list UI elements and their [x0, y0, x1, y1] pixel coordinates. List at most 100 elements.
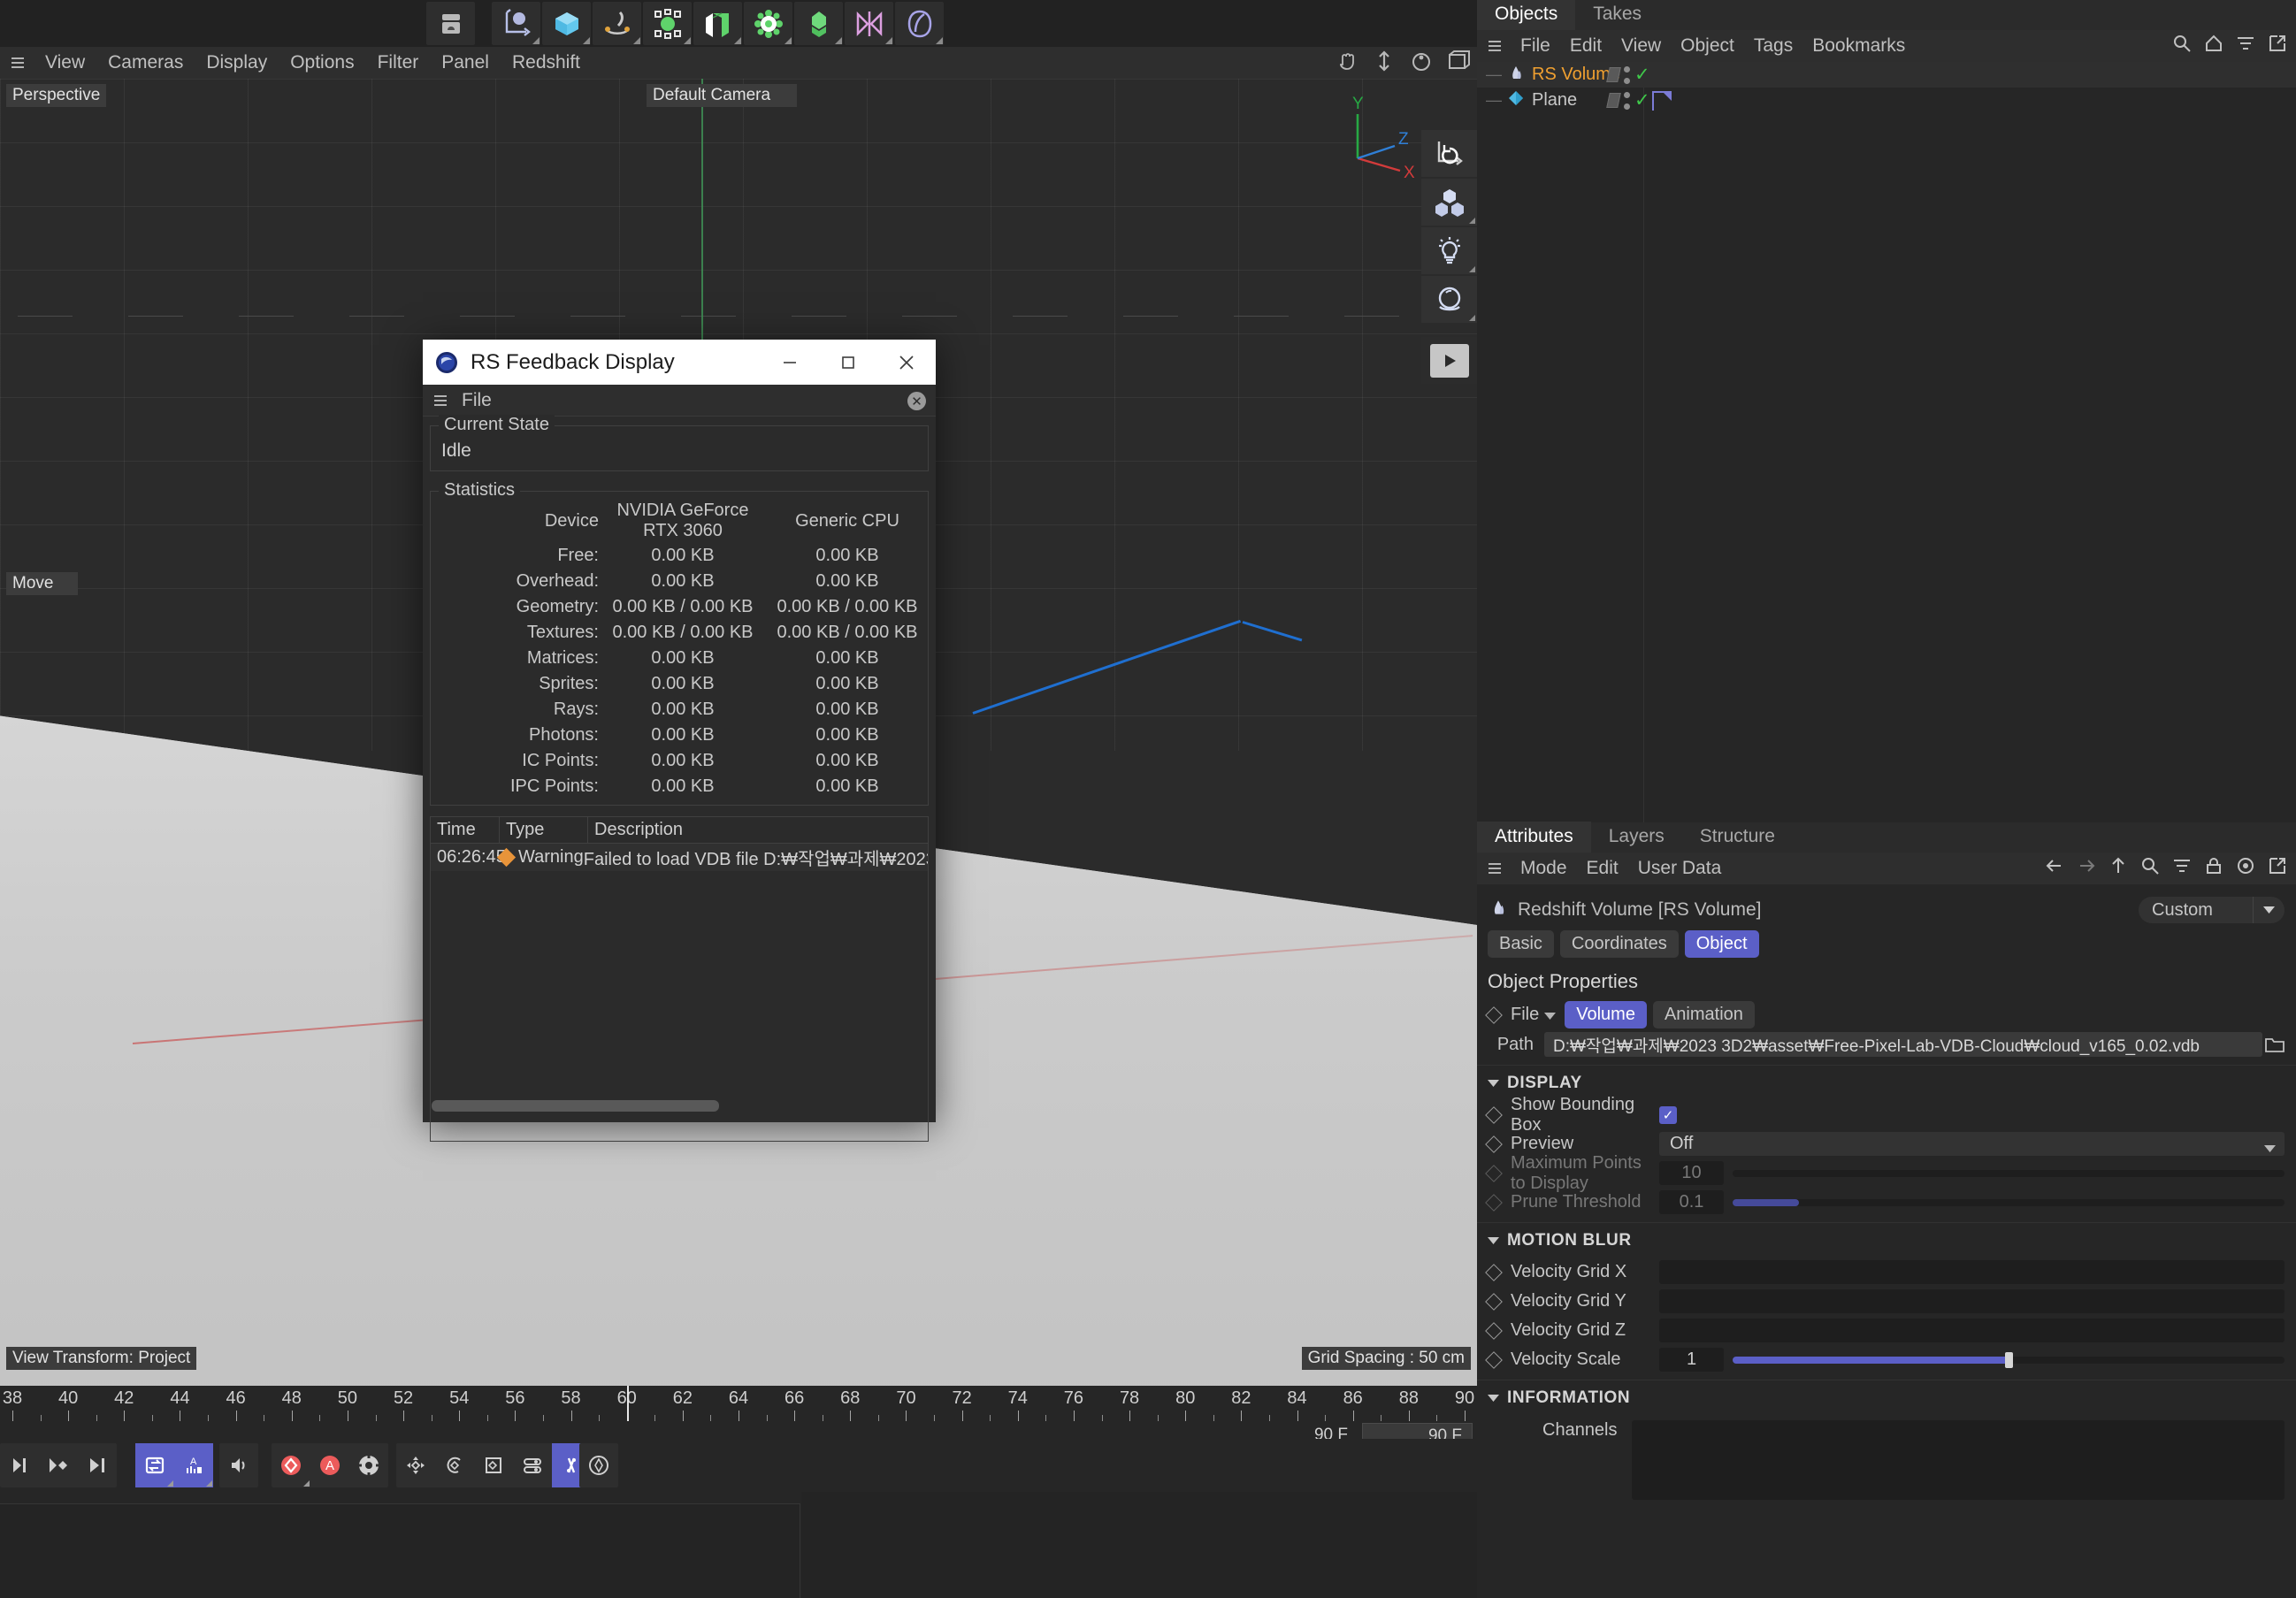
target-icon[interactable] — [2236, 856, 2255, 881]
attributes-menu-mode[interactable]: Mode — [1511, 858, 1577, 879]
camera-label[interactable]: Default Camera — [647, 84, 798, 107]
timeline-playhead[interactable] — [626, 1386, 629, 1421]
maximize-icon[interactable] — [819, 340, 877, 385]
enabled-check-icon[interactable]: ✓ — [1634, 91, 1650, 110]
cube-primitive-icon[interactable] — [542, 2, 591, 45]
lock-icon[interactable] — [2204, 856, 2223, 881]
filter-icon[interactable] — [2236, 34, 2255, 58]
velocity-grid-z-input[interactable] — [1659, 1319, 2285, 1342]
rs-menu-hamburger-icon[interactable] — [434, 394, 447, 406]
viewport-menu-options[interactable]: Options — [279, 47, 365, 79]
render-toggle-icon[interactable] — [1606, 93, 1621, 108]
render-play-icon[interactable] — [1421, 337, 1477, 384]
light-icon[interactable] — [1421, 227, 1477, 274]
objects-menu-edit[interactable]: Edit — [1560, 35, 1611, 57]
section-header-information[interactable]: INFORMATION — [1477, 1380, 2296, 1415]
scale-key-icon[interactable] — [474, 1443, 513, 1487]
prune-threshold-input[interactable]: 0.1 — [1659, 1190, 1724, 1214]
keyframe-settings-icon[interactable] — [349, 1443, 388, 1487]
pan-icon[interactable] — [1336, 50, 1358, 73]
animate-diamond-icon[interactable] — [1485, 1135, 1503, 1153]
object-tag-icon[interactable] — [1652, 91, 1672, 111]
velocity-grid-x-input[interactable] — [1659, 1260, 2285, 1284]
animate-diamond-icon[interactable] — [1485, 1350, 1503, 1369]
dolly-icon[interactable] — [1373, 50, 1396, 73]
horizontal-scrollbar[interactable] — [432, 1100, 927, 1112]
undo-view-icon[interactable] — [1421, 130, 1477, 177]
animation-mode-icon[interactable] — [579, 1443, 618, 1487]
param-key-icon[interactable] — [513, 1443, 552, 1487]
tab-attributes[interactable]: Attributes — [1477, 822, 1591, 853]
prune-threshold-slider[interactable] — [1733, 1198, 2285, 1206]
preview-select[interactable]: Off — [1659, 1132, 2285, 1156]
viewport-menu-panel[interactable]: Panel — [430, 47, 501, 79]
layout-preset-dropdown[interactable]: Custom — [2139, 897, 2285, 923]
table-row[interactable]: 06:26:45 Warning Failed to load VDB file… — [431, 844, 928, 871]
viewport-menu-filter[interactable]: Filter — [366, 47, 431, 79]
objects-menu-view[interactable]: View — [1611, 35, 1671, 57]
open-window-icon[interactable] — [2268, 856, 2287, 881]
position-key-icon[interactable] — [396, 1443, 435, 1487]
pill-volume[interactable]: Volume — [1565, 1001, 1647, 1028]
velocity-grid-y-input[interactable] — [1659, 1289, 2285, 1313]
animate-diamond-icon[interactable] — [1485, 1193, 1503, 1212]
objects-menu-tags[interactable]: Tags — [1744, 35, 1802, 57]
rotation-key-icon[interactable] — [435, 1443, 474, 1487]
search-icon[interactable] — [2140, 856, 2160, 881]
maximize-viewport-icon[interactable] — [1447, 50, 1470, 73]
close-icon[interactable] — [877, 340, 936, 385]
back-arrow-icon[interactable] — [2045, 856, 2064, 881]
go-to-end-icon[interactable] — [78, 1443, 117, 1487]
forward-arrow-icon[interactable] — [2077, 856, 2096, 881]
filter-icon[interactable] — [2172, 856, 2192, 881]
velocity-scale-slider[interactable] — [1733, 1351, 2285, 1368]
autokey-track-icon[interactable]: A — [174, 1443, 213, 1487]
channels-textbox[interactable] — [1631, 1420, 2285, 1500]
render-preview-sphere-icon[interactable] — [1421, 276, 1477, 323]
simulate-icon[interactable] — [845, 2, 893, 45]
viewport-menu-display[interactable]: Display — [195, 47, 279, 79]
folder-icon[interactable] — [2262, 1036, 2287, 1053]
attributes-menu-user-data[interactable]: User Data — [1628, 858, 1732, 879]
objects-menu-hamburger-icon[interactable] — [1489, 41, 1501, 51]
animate-diamond-icon[interactable] — [1485, 1292, 1503, 1311]
next-key-icon[interactable] — [39, 1443, 78, 1487]
viewport-menu-view[interactable]: View — [34, 47, 96, 79]
undo-redo-icon[interactable] — [426, 2, 475, 45]
animate-diamond-icon[interactable] — [1485, 1263, 1503, 1281]
chevron-down-icon[interactable] — [1544, 1005, 1557, 1026]
render-toggle-icon[interactable] — [1606, 67, 1621, 82]
pill-object[interactable]: Object — [1684, 930, 1759, 958]
section-header-motion-blur[interactable]: MOTION BLUR — [1477, 1222, 2296, 1258]
pill-basic[interactable]: Basic — [1488, 930, 1554, 958]
move-axis-icon[interactable] — [492, 2, 540, 45]
rs-panel-close-icon[interactable]: ✕ — [907, 392, 926, 410]
character-icon[interactable] — [895, 2, 944, 45]
environment-scene-icon[interactable] — [744, 2, 792, 45]
pill-coordinates[interactable]: Coordinates — [1559, 930, 1679, 958]
show-bounding-box-checkbox[interactable]: ✓ — [1659, 1105, 1677, 1124]
maximum-points-input[interactable]: 10 — [1659, 1161, 1724, 1185]
visibility-dots-icon[interactable] — [1624, 65, 1630, 84]
velocity-scale-input[interactable]: 1 — [1659, 1348, 1724, 1372]
path-input[interactable]: D:₩작업₩과제₩2023 3D2₩asset₩Free-Pixel-Lab-V… — [1544, 1032, 2262, 1057]
play-forward-icon[interactable] — [0, 1443, 39, 1487]
sound-icon[interactable] — [219, 1443, 258, 1487]
animate-diamond-icon[interactable] — [1485, 1105, 1503, 1124]
search-icon[interactable] — [2172, 34, 2192, 58]
viewport-menu-cameras[interactable]: Cameras — [96, 47, 195, 79]
rs-feedback-dialog[interactable]: RS Feedback Display File ✕ Current State… — [423, 340, 936, 1142]
objects-tree[interactable]: — RS Volume ✓ — Plane ✓ — [1477, 62, 2296, 822]
loop-icon[interactable] — [135, 1443, 174, 1487]
up-arrow-icon[interactable] — [2108, 856, 2128, 881]
rs-menu-file[interactable]: File — [462, 390, 492, 411]
list-item[interactable]: — Plane ✓ — [1477, 88, 2296, 113]
rotate-icon[interactable] — [1410, 50, 1433, 73]
open-window-icon[interactable] — [2268, 34, 2287, 58]
autokey-icon[interactable]: A — [310, 1443, 349, 1487]
attributes-menu-edit[interactable]: Edit — [1577, 858, 1628, 879]
tab-layers[interactable]: Layers — [1591, 822, 1682, 853]
minimize-icon[interactable] — [761, 340, 819, 385]
spline-pen-icon[interactable] — [593, 2, 641, 45]
pill-animation[interactable]: Animation — [1652, 1001, 1755, 1028]
